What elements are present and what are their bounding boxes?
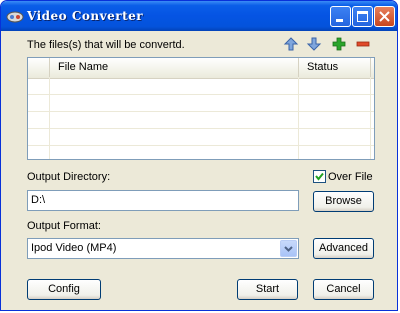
file-list-header: File Name Status bbox=[28, 58, 374, 79]
minimize-button[interactable] bbox=[330, 6, 351, 27]
app-window: Video Converter The files(s) that will b… bbox=[0, 0, 398, 311]
table-row bbox=[28, 112, 374, 129]
header-index-cell bbox=[28, 58, 50, 77]
maximize-icon bbox=[357, 11, 368, 22]
cancel-button[interactable]: Cancel bbox=[313, 279, 374, 300]
overwrite-label[interactable]: Over File bbox=[328, 171, 373, 183]
overwrite-checkbox[interactable] bbox=[313, 170, 326, 183]
app-icon bbox=[6, 11, 24, 23]
minus-icon[interactable] bbox=[355, 36, 371, 52]
output-format-value: Ipod Video (MP4) bbox=[31, 242, 117, 254]
advanced-button[interactable]: Advanced bbox=[313, 238, 374, 259]
table-row bbox=[28, 129, 374, 146]
file-list[interactable]: File Name Status bbox=[27, 57, 375, 160]
config-button[interactable]: Config bbox=[27, 279, 101, 300]
table-row bbox=[28, 95, 374, 112]
output-directory-label: Output Directory: bbox=[27, 171, 111, 183]
minimize-icon bbox=[336, 19, 343, 22]
output-format-label: Output Format: bbox=[27, 220, 101, 232]
close-button[interactable] bbox=[374, 6, 395, 27]
output-directory-input[interactable]: D:\ bbox=[27, 190, 299, 211]
column-divider bbox=[49, 78, 50, 159]
header-status[interactable]: Status bbox=[299, 58, 371, 77]
header-file-name[interactable]: File Name bbox=[50, 58, 299, 77]
down-arrow-icon[interactable] bbox=[306, 36, 322, 52]
dropdown-button[interactable] bbox=[280, 240, 297, 257]
title-bar[interactable]: Video Converter bbox=[1, 1, 397, 31]
window-title: Video Converter bbox=[27, 9, 144, 23]
up-arrow-icon[interactable] bbox=[283, 36, 299, 52]
close-icon bbox=[379, 11, 390, 22]
plus-icon[interactable] bbox=[331, 36, 347, 52]
chevron-down-icon bbox=[284, 246, 293, 252]
maximize-button[interactable] bbox=[352, 6, 373, 27]
column-divider bbox=[370, 78, 371, 159]
files-label: The files(s) that will be convertd. bbox=[27, 39, 185, 51]
checkmark-icon bbox=[315, 172, 324, 181]
column-divider bbox=[298, 78, 299, 159]
output-format-select[interactable]: Ipod Video (MP4) bbox=[27, 238, 299, 259]
start-button[interactable]: Start bbox=[237, 279, 298, 300]
browse-button[interactable]: Browse bbox=[313, 191, 374, 212]
table-row bbox=[28, 78, 374, 95]
